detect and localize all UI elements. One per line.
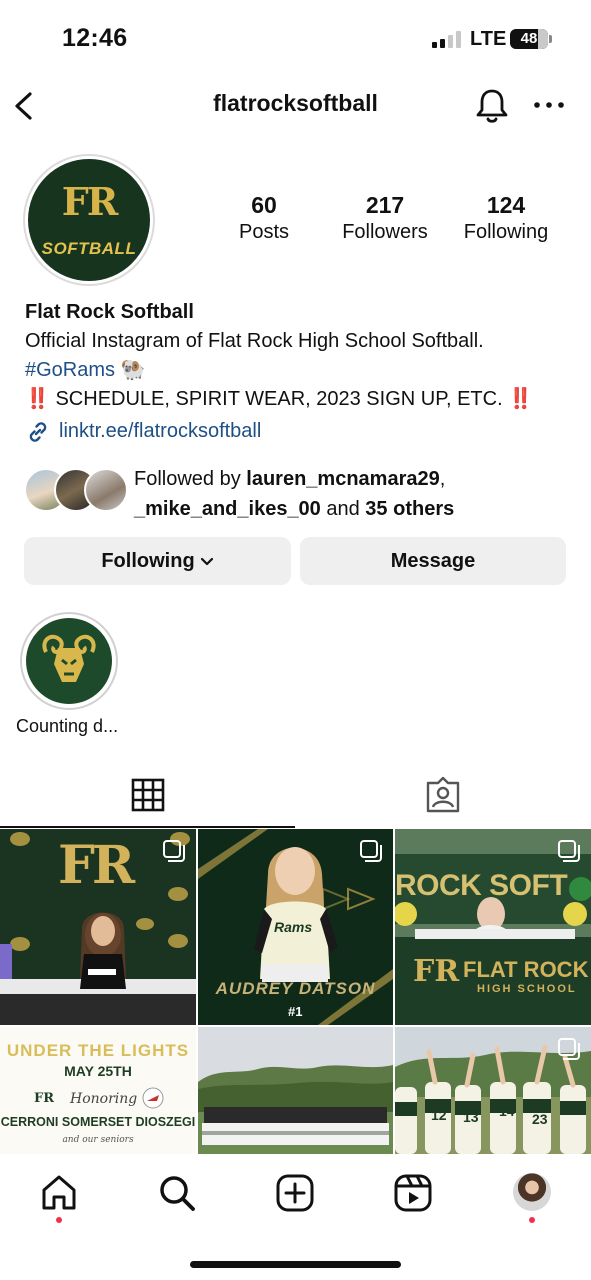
carousel-icon: [360, 840, 382, 862]
carousel-icon: [163, 840, 185, 862]
chevron-down-icon: [200, 557, 213, 566]
separator-comma: ,: [439, 468, 446, 490]
follower-username[interactable]: _mike_and_ikes_00: [134, 498, 321, 520]
highlight-label: Counting d...: [16, 716, 119, 736]
follower-username[interactable]: lauren_mcnamara29: [246, 468, 439, 490]
signal-icon: [432, 31, 461, 48]
profile-tabs: [0, 768, 591, 828]
posts-number: 60: [251, 192, 277, 218]
sign-subtext: HIGH SCHOOL: [477, 983, 577, 995]
post-script-text: Honoring: [70, 1091, 138, 1107]
profile-header: flatrocksoftball: [0, 80, 591, 132]
followed-by-prefix: Followed by: [134, 468, 247, 490]
bio-external-link[interactable]: linktr.ee/flatrocksoftball: [25, 417, 575, 446]
posts-grid: FR Rams AUDREY DATSON #1 ROCK SOFT FR FL…: [0, 829, 591, 1154]
tagged-icon[interactable]: [424, 776, 462, 814]
reels-icon[interactable]: [393, 1173, 433, 1213]
followers-number: 217: [365, 192, 405, 218]
bio-line-2: #GoRams 🐏: [25, 356, 575, 385]
more-options-icon[interactable]: [532, 90, 566, 120]
others-count[interactable]: 35 others: [365, 498, 454, 520]
jersey-number: 13: [463, 1109, 479, 1125]
exclamation-icon: ‼️: [508, 388, 534, 410]
grid-post[interactable]: 12 13 14 23: [395, 1027, 591, 1154]
exclamation-icon: ‼️: [25, 388, 50, 410]
followed-by-text: Followed by lauren_mcnamara29, _mike_and…: [134, 464, 454, 524]
bio-line-3: ‼️ SCHEDULE, SPIRIT WEAR, 2023 SIGN UP, …: [25, 385, 575, 414]
profile-avatar[interactable]: FR SOFTBALL: [23, 154, 155, 286]
post-number-text: #1: [288, 1004, 303, 1019]
grid-post[interactable]: Rams AUDREY DATSON #1: [198, 829, 393, 1025]
followers-label: Followers: [342, 221, 428, 243]
post-date-text: MAY 25TH: [64, 1063, 132, 1079]
clock: 12:46: [62, 24, 128, 52]
profile-display-name: Flat Rock Softball: [25, 301, 194, 323]
bell-icon[interactable]: [474, 86, 510, 126]
followers-count[interactable]: 217 Followers: [334, 192, 436, 244]
profile-bio: Flat Rock Softball Official Instagram of…: [25, 298, 575, 446]
battery-icon: 48: [510, 29, 552, 49]
grid-post[interactable]: FR: [0, 829, 196, 1025]
network-label: LTE: [470, 28, 507, 50]
carousel-icon: [558, 840, 580, 862]
notification-dot: [56, 1217, 62, 1223]
link-text: linktr.ee/flatrocksoftball: [59, 420, 262, 442]
notification-dot: [529, 1217, 535, 1223]
jersey-number: 14: [499, 1103, 515, 1119]
post-title-text: UNDER THE LIGHTS: [6, 1041, 190, 1060]
jersey-number: 23: [532, 1111, 548, 1127]
home-indicator: [190, 1261, 401, 1268]
avatar-logo-subtext: SOFTBALL: [41, 239, 137, 258]
avatar-logo-text: FR: [61, 179, 119, 224]
posts-count[interactable]: 60 Posts: [226, 192, 302, 244]
bio-line-1: Official Instagram of Flat Rock High Sch…: [25, 330, 484, 352]
and-text: and: [320, 498, 366, 520]
following-button-label: Following: [101, 549, 195, 572]
following-number: 124: [486, 192, 526, 218]
search-icon[interactable]: [157, 1173, 197, 1213]
grid-post[interactable]: UNDER THE LIGHTS MAY 25TH FR Honoring CE…: [0, 1027, 196, 1154]
grid-post[interactable]: [198, 1027, 393, 1154]
bio-line-3-text: SCHEDULE, SPIRIT WEAR, 2023 SIGN UP, ETC…: [55, 388, 503, 410]
message-button[interactable]: Message: [300, 537, 566, 585]
ram-emoji: 🐏: [120, 359, 146, 381]
jersey-text: Rams: [274, 919, 313, 935]
following-count[interactable]: 124 Following: [456, 192, 556, 244]
post-names-text: CERRONI SOMERSET DIOSZEGI: [0, 1115, 196, 1129]
following-label: Following: [463, 221, 549, 243]
create-post-icon[interactable]: [275, 1173, 315, 1213]
grid-icon[interactable]: [131, 778, 165, 812]
post-overlay-text: AUDREY DATSON: [215, 979, 376, 998]
home-icon[interactable]: [39, 1173, 79, 1213]
banner-text: ROCK SOFT: [395, 869, 568, 902]
hashtag-link[interactable]: #GoRams: [25, 359, 115, 381]
jersey-number: 12: [431, 1107, 447, 1123]
story-highlight[interactable]: [20, 612, 118, 710]
link-icon: [29, 421, 47, 442]
carousel-icon: [558, 1038, 580, 1060]
sign-text: FLAT ROCK: [463, 957, 589, 982]
follower-avatar: [84, 468, 128, 512]
posts-label: Posts: [238, 221, 290, 243]
status-bar: 12:46 LTE 48: [0, 0, 591, 80]
message-button-label: Message: [390, 549, 476, 572]
active-tab-indicator: [0, 826, 295, 828]
following-button[interactable]: Following: [24, 537, 291, 585]
ram-logo-icon: [32, 624, 106, 698]
mutual-followers[interactable]: Followed by lauren_mcnamara29, _mike_and…: [24, 462, 584, 522]
sign-logo-text: FR: [413, 954, 460, 989]
fr-logo-text: FR: [34, 1091, 55, 1106]
battery-level: 48: [520, 30, 538, 47]
feather-logo-icon: [142, 1087, 164, 1109]
profile-tab-avatar[interactable]: [513, 1173, 551, 1211]
post-overlay-text: FR: [58, 835, 135, 896]
post-footer-text: and our seniors: [62, 1135, 134, 1145]
post-image: [198, 1027, 393, 1154]
grid-post[interactable]: ROCK SOFT FR FLAT ROCK HIGH SCHOOL: [395, 829, 591, 1025]
